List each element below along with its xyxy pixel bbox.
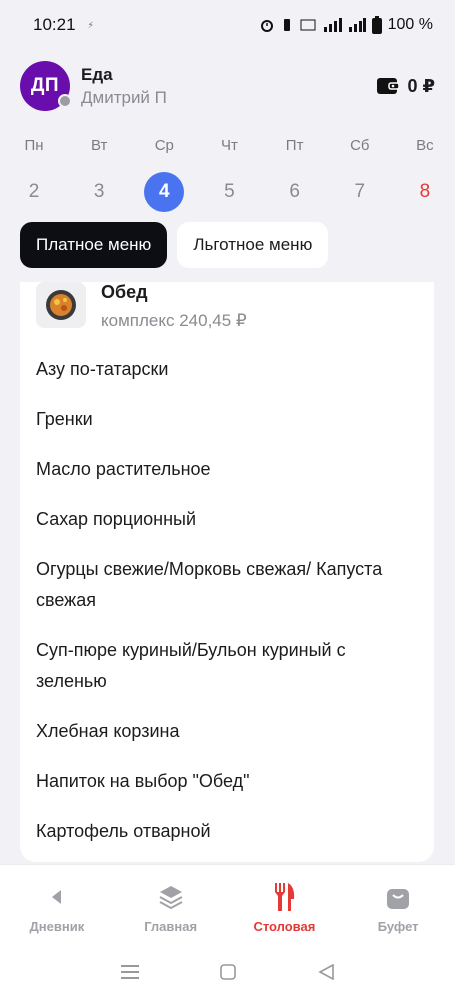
dish-card: Обед комплекс 240,45 ₽ Азу по-татарски Гр… xyxy=(20,282,434,862)
day-name: Вс xyxy=(416,137,434,154)
tab-paid-menu[interactable]: Платное меню xyxy=(20,222,168,268)
day-number[interactable]: 7 xyxy=(340,172,380,212)
list-item: Картофель отварной xyxy=(36,821,211,841)
battery-icon xyxy=(371,16,382,34)
nav-buffet-label: Буфет xyxy=(377,919,419,934)
wallet-balance[interactable]: 0 ₽ xyxy=(377,76,435,97)
dish-price: комплекс 240,45 ₽ xyxy=(101,311,247,330)
avatar-status-dot xyxy=(58,94,72,108)
list-item: Суп-пюре куриный/Бульон куриный с зелень… xyxy=(36,640,346,691)
week-calendar: Пн 2 Вт 3 Ср 4 Чт 5 Пт 6 Сб 7 Вс 8 xyxy=(0,132,455,212)
menu-tabs: Платное меню Льготное меню xyxy=(20,222,329,268)
list-item: Хлебная корзина xyxy=(36,721,180,741)
home-icon[interactable] xyxy=(220,964,237,980)
day-name: Пт xyxy=(285,137,304,154)
alarm-icon xyxy=(260,20,273,32)
day-name: Сб xyxy=(350,137,370,154)
nav-buffet[interactable]: Буфет xyxy=(341,865,455,944)
list-item: Огурцы свежие/Морковь свежая/ Капуста св… xyxy=(36,559,383,610)
list-item: Гренки xyxy=(36,409,93,429)
diary-icon xyxy=(47,883,67,911)
back-icon[interactable] xyxy=(318,964,334,980)
day-cell[interactable]: Вс 8 xyxy=(407,132,443,212)
avatar-initials: ДП xyxy=(30,75,60,96)
dish-header[interactable]: Обед комплекс 240,45 ₽ xyxy=(20,282,434,344)
dish-image xyxy=(36,282,86,328)
day-name: Ср xyxy=(154,137,174,154)
bag-icon xyxy=(386,883,410,911)
nav-diary[interactable]: Дневник xyxy=(0,865,114,944)
list-item: Масло растительное xyxy=(36,459,211,479)
list-item: Сахар порционный xyxy=(36,509,197,529)
day-name: Пн xyxy=(24,137,44,154)
avatar[interactable]: ДП xyxy=(20,61,72,111)
day-cell[interactable]: Вт 3 xyxy=(81,132,117,212)
battery-percent: 100 % xyxy=(387,16,433,33)
system-nav-bar xyxy=(0,944,455,1000)
nav-canteen[interactable]: Столовая xyxy=(228,865,342,944)
dish-items-list: Азу по-татарски Гренки Масло растительное С… xyxy=(20,344,434,856)
signal-icon xyxy=(348,18,366,32)
wallet-icon xyxy=(377,78,400,94)
recents-icon[interactable] xyxy=(120,964,139,980)
nav-main-label: Главная xyxy=(144,919,198,934)
day-number[interactable]: 8 xyxy=(405,172,445,212)
day-number[interactable]: 3 xyxy=(79,172,119,212)
balance-value: 0 ₽ xyxy=(407,75,435,96)
day-cell[interactable]: Ср 4 xyxy=(144,132,185,212)
day-cell[interactable]: Пт 6 xyxy=(277,132,313,212)
day-name: Чт xyxy=(221,137,238,154)
day-cell[interactable]: Пн 2 xyxy=(16,132,52,212)
app-header: ДП Еда Дмитрий П 0 ₽ xyxy=(20,60,435,112)
bottom-nav: Дневник Главная Столовая Буфет xyxy=(0,864,455,944)
dish-title: Обед xyxy=(101,282,148,302)
vibrate-icon xyxy=(283,19,290,31)
user-name: Дмитрий П xyxy=(81,87,167,107)
nav-canteen-label: Столовая xyxy=(253,919,316,934)
day-number[interactable]: 6 xyxy=(275,172,315,212)
day-name: Вт xyxy=(90,137,108,154)
day-number-selected[interactable]: 4 xyxy=(144,172,185,212)
status-icons: 100 % xyxy=(260,16,433,34)
week-row: Пн 2 Вт 3 Ср 4 Чт 5 Пт 6 Сб 7 Вс 8 xyxy=(0,132,455,212)
plate-icon xyxy=(46,290,76,320)
status-time: 10:21 xyxy=(33,15,76,34)
day-number[interactable]: 2 xyxy=(14,172,54,212)
fork-knife-icon xyxy=(272,883,296,911)
day-number[interactable]: 5 xyxy=(209,172,249,212)
day-cell[interactable]: Сб 7 xyxy=(342,132,378,212)
page-title: Еда xyxy=(81,64,113,84)
nav-main[interactable]: Главная xyxy=(114,865,228,944)
nav-diary-label: Дневник xyxy=(29,919,85,934)
signal-4g-icon xyxy=(323,18,342,32)
tab-discount-menu[interactable]: Льготное меню xyxy=(177,222,329,268)
status-small-icon: ⚡ xyxy=(87,19,94,30)
dish-info: Обед комплекс 240,45 ₽ xyxy=(101,282,247,331)
list-item: Азу по-татарски xyxy=(36,359,169,379)
day-cell[interactable]: Чт 5 xyxy=(211,132,247,212)
list-item: Напиток на выбор "Обед" xyxy=(36,771,250,791)
layers-icon xyxy=(158,883,184,911)
volte-icon xyxy=(300,19,316,31)
header-text: Еда Дмитрий П xyxy=(81,65,167,108)
status-bar: 10:21 ⚡ 100 % xyxy=(0,0,455,50)
